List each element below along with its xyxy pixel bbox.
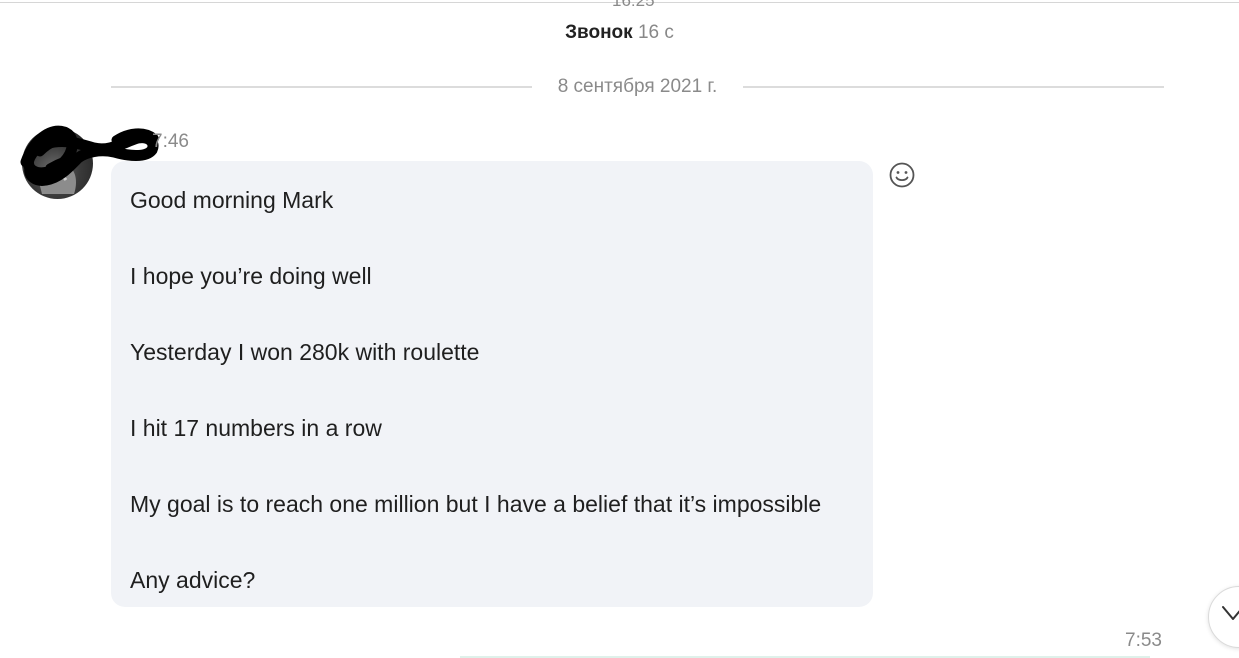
message-line: I hit 17 numbers in a row — [130, 415, 382, 441]
date-separator-line-left — [111, 86, 532, 88]
message-line: Any advice? — [130, 567, 256, 593]
message-line: Good morning Mark — [130, 187, 334, 213]
message-bubble[interactable]: Good morning Mark I hope you’re doing we… — [111, 161, 873, 607]
chat-view: 16:25 Звонок 16 с 8 сентября 2021 г. 7:4… — [0, 0, 1239, 658]
chevron-down-icon — [1222, 606, 1239, 620]
date-separator-line-right — [743, 86, 1165, 88]
next-message-time: 7:53 — [1125, 630, 1162, 651]
message-line: I hope you’re doing well — [130, 263, 372, 289]
message-line: My goal is to reach one million but I ha… — [130, 491, 822, 517]
scroll-to-bottom-button[interactable] — [1208, 586, 1239, 648]
message-time: 7:46 — [152, 131, 189, 152]
message-line: Yesterday I won 280k with roulette — [130, 339, 480, 365]
previous-message-time: 16:25 — [612, 0, 655, 10]
call-event: Звонок 16 с — [0, 22, 1239, 44]
add-reaction-button[interactable] — [888, 161, 916, 189]
date-separator: 8 сентября 2021 г. — [111, 74, 1165, 100]
call-duration: 16 с — [637, 22, 674, 43]
call-label: Звонок — [565, 22, 633, 43]
date-separator-label: 8 сентября 2021 г. — [557, 76, 718, 97]
smiley-face-icon — [889, 162, 915, 188]
